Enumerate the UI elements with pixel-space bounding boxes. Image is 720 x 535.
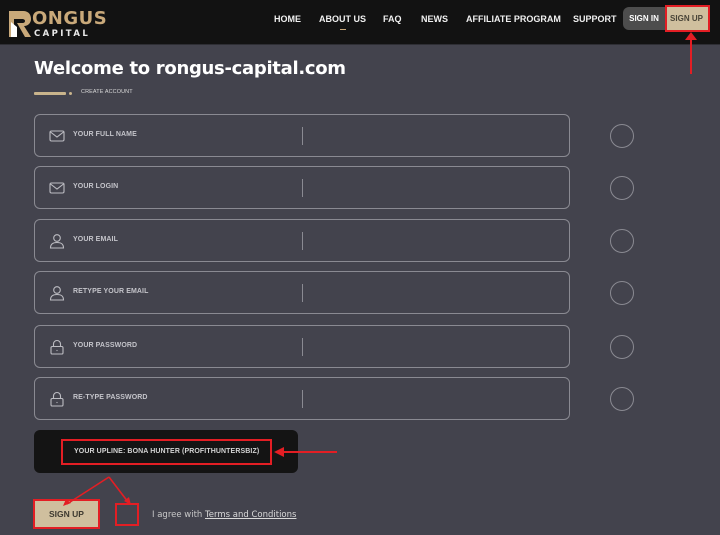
password-input[interactable] <box>307 331 562 362</box>
field-divider <box>302 338 303 356</box>
breadcrumb-bar <box>34 92 66 95</box>
nav-about-us[interactable]: ABOUT US <box>319 14 366 30</box>
field-divider <box>302 179 303 197</box>
site-header: ONGUS CAPITAL HOME ABOUT US FAQ NEWS AFF… <box>0 0 720 45</box>
login-input[interactable] <box>307 172 562 203</box>
agree-terms-label: I agree with Terms and Conditions <box>152 510 296 520</box>
full-name-input[interactable] <box>307 120 562 151</box>
field-divider <box>302 127 303 145</box>
terms-link[interactable]: Terms and Conditions <box>205 510 296 520</box>
sign-in-button[interactable]: SIGN IN <box>623 7 665 30</box>
password-field[interactable]: YOUR PASSWORD <box>34 325 570 368</box>
field-divider <box>302 284 303 302</box>
envelope-icon <box>49 182 65 194</box>
field-label: YOUR PASSWORD <box>73 342 138 349</box>
nav-support[interactable]: SUPPORT <box>573 14 617 24</box>
breadcrumb: CREATE ACCOUNT <box>81 89 133 95</box>
logo-brand-text: ONGUS <box>32 8 108 29</box>
upline-panel: YOUR UPLINE: BONA HUNTER (PROFITHUNTERSB… <box>34 430 298 473</box>
agree-prefix: I agree with <box>152 510 206 520</box>
breadcrumb-dot <box>69 92 72 95</box>
retype-password-input[interactable] <box>307 383 562 414</box>
field-divider <box>302 390 303 408</box>
annotation-arrowhead-up-icon <box>685 32 697 40</box>
annotation-split-arrows-icon <box>63 476 131 506</box>
logo[interactable]: ONGUS CAPITAL <box>8 9 108 39</box>
logo-r-mark-icon <box>9 11 31 37</box>
user-icon <box>49 286 65 301</box>
field-label: YOUR FULL NAME <box>73 131 137 138</box>
field-label: RE-TYPE PASSWORD <box>73 394 148 401</box>
upline-text: YOUR UPLINE: BONA HUNTER (PROFITHUNTERSB… <box>74 448 260 455</box>
annotation-arrowhead-left-icon <box>274 447 284 457</box>
validation-circle <box>610 335 634 359</box>
validation-circle <box>610 281 634 305</box>
field-divider <box>302 232 303 250</box>
envelope-icon <box>49 130 65 142</box>
lock-icon <box>50 391 64 407</box>
nav-affiliate-program[interactable]: AFFILIATE PROGRAM <box>466 14 561 24</box>
full-name-field[interactable]: YOUR FULL NAME <box>34 114 570 157</box>
nav-news[interactable]: NEWS <box>421 14 448 24</box>
field-label: YOUR EMAIL <box>73 236 118 243</box>
user-icon <box>49 234 65 249</box>
lock-icon <box>50 339 64 355</box>
validation-circle <box>610 387 634 411</box>
email-field[interactable]: YOUR EMAIL <box>34 219 570 262</box>
page-title: Welcome to rongus-capital.com <box>34 58 346 79</box>
nav-faq[interactable]: FAQ <box>383 14 402 24</box>
validation-circle <box>610 124 634 148</box>
logo-sub-text: CAPITAL <box>34 29 91 39</box>
validation-circle <box>610 229 634 253</box>
sign-up-header-button[interactable]: SIGN UP <box>665 7 708 30</box>
retype-email-input[interactable] <box>307 277 562 308</box>
retype-email-field[interactable]: RETYPE YOUR EMAIL <box>34 271 570 314</box>
login-field[interactable]: YOUR LOGIN <box>34 166 570 209</box>
nav-home[interactable]: HOME <box>274 14 301 24</box>
validation-circle <box>610 176 634 200</box>
retype-password-field[interactable]: RE-TYPE PASSWORD <box>34 377 570 420</box>
email-input[interactable] <box>307 225 562 256</box>
field-label: RETYPE YOUR EMAIL <box>73 288 149 295</box>
field-label: YOUR LOGIN <box>73 183 119 190</box>
